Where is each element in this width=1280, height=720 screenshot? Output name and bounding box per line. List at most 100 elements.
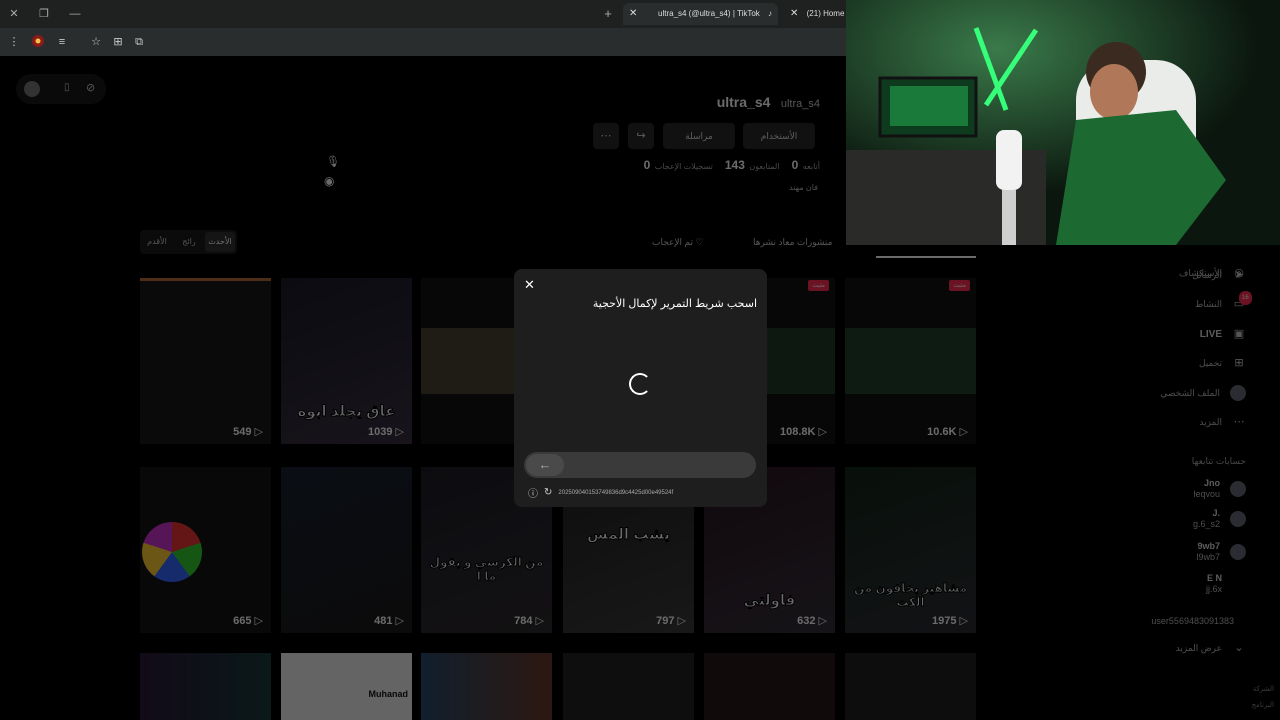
more-button[interactable]: ⋯	[593, 123, 619, 149]
view-count: 549 ▷	[233, 426, 263, 438]
sidebar-item-more[interactable]: المزيد ⋯	[1199, 415, 1246, 429]
display-name: ultra_s4	[716, 94, 771, 110]
profile-bio: فان مهند	[789, 183, 818, 192]
window-close-icon[interactable]: ✕	[6, 6, 22, 22]
sidebar-item-label: LIVE	[1199, 328, 1222, 340]
translate-icon[interactable]: ⊞	[110, 34, 126, 50]
sidebar-item-label: النشاط	[1194, 298, 1222, 309]
view-count: 632 ▷	[797, 615, 827, 627]
captcha-slider-track[interactable]: ←	[524, 452, 756, 478]
username: ultra_s4	[780, 98, 820, 110]
footer-link[interactable]: الشركة	[1253, 686, 1274, 693]
loading-spinner-icon	[629, 373, 651, 395]
share-icon[interactable]: ↪	[628, 123, 654, 149]
avatar[interactable]	[24, 81, 40, 97]
tab-videos-underline	[876, 256, 976, 258]
live-icon: ▣	[1233, 328, 1245, 340]
inbox-icon: ▭ 16	[1232, 291, 1252, 311]
followed-account[interactable]: Jno leqvou	[1193, 478, 1246, 500]
video-caption: يشب المس	[587, 526, 671, 544]
reading-list-icon[interactable]: ≡	[54, 34, 70, 50]
footer-link[interactable]: البرنامج	[1252, 702, 1274, 709]
target-icon[interactable]: ◉	[324, 174, 334, 188]
send-icon: ➤	[1234, 269, 1244, 281]
stat-followers[interactable]: المتابعون 143	[725, 156, 780, 174]
video-card[interactable]: عاق يجلد ابوه 1039 ▷	[281, 278, 412, 444]
followed-account[interactable]: 9wb7 l9wb7	[1196, 541, 1246, 563]
video-card[interactable]	[140, 653, 271, 720]
video-card[interactable]: Muhanad	[281, 653, 412, 720]
sort-latest[interactable]: الأحدث	[205, 232, 235, 252]
view-count: 784 ▷	[514, 615, 544, 627]
avatar	[1230, 544, 1246, 560]
video-card[interactable]	[421, 653, 552, 720]
info-icon[interactable]: ⓘ	[528, 485, 538, 500]
sort-oldest[interactable]: الأقدم	[142, 232, 172, 252]
captcha-modal: ✕ اسحب شريط التمرير لإكمال الأحجية ← ⓘ ↻…	[514, 269, 767, 507]
slider-handle-arrow-icon[interactable]: ←	[526, 454, 564, 476]
extension-icon[interactable]	[30, 34, 46, 50]
show-more-button[interactable]: عرض المزيد ⌄	[1176, 641, 1246, 655]
captcha-footer: ⓘ ↻ 202509040153749836d9c4425d00e49524f	[528, 485, 673, 500]
tab-x-home[interactable]: ✕ (21) Home / X	[782, 3, 852, 25]
compass-small-icon[interactable]: ⊘	[86, 81, 95, 94]
menu-dots-icon[interactable]: ⋮	[6, 34, 22, 50]
profile-actions: ⋯ ↪ مراسلة الأستخدام	[593, 123, 818, 149]
sort-control: الأقدم رائج الأحدث	[140, 230, 237, 254]
bookmark-star-icon[interactable]: ☆	[88, 34, 104, 50]
notification-badge: 16	[1239, 291, 1252, 305]
screenshot-icon[interactable]: ⧉	[131, 34, 147, 50]
tab-tiktok[interactable]: ✕ ultra_s4 (@ultra_s4) | TikTok ♪	[623, 3, 778, 25]
avatar	[1230, 511, 1246, 527]
sidebar-item-upload[interactable]: تحميل ⊞	[1199, 356, 1246, 370]
video-card[interactable]: 665 ▷	[140, 467, 271, 633]
video-card[interactable]: 481 ▷	[281, 467, 412, 633]
edit-profile-button[interactable]: الأستخدام	[743, 123, 815, 149]
close-tab-icon[interactable]: ✕	[790, 8, 798, 19]
window-minimize-icon[interactable]: —	[67, 6, 83, 22]
wheel-graphic	[142, 522, 202, 582]
video-card[interactable]	[845, 653, 976, 720]
sidebar-item-label: تحميل	[1198, 357, 1222, 368]
video-card[interactable]	[563, 653, 694, 720]
refresh-icon[interactable]: ↻	[544, 487, 552, 498]
video-caption: Muhanad	[368, 689, 409, 699]
request-id: 202509040153749836d9c4425d00e49524f	[558, 489, 674, 496]
new-tab-icon[interactable]: +	[600, 6, 616, 22]
followed-account[interactable]: user5569483091383	[1151, 616, 1234, 626]
show-more-label: عرض المزيد	[1175, 642, 1222, 653]
video-card[interactable]: مشاهير يخافون من الكت 1975 ▷	[845, 467, 976, 633]
sidebar-item-label: الرسائل	[1192, 269, 1222, 280]
followed-account[interactable]: J. g.6_s2	[1193, 508, 1246, 530]
microphone-icon[interactable]: 🎙	[326, 155, 340, 168]
sidebar-item-activity[interactable]: النشاط ▭ 16	[1194, 291, 1252, 311]
video-card[interactable]: 549 ▷	[140, 278, 271, 444]
upload-icon: ⊞	[1234, 357, 1244, 369]
following-title: حسابات تتابعها	[1191, 456, 1246, 466]
sort-popular[interactable]: رائج	[174, 232, 204, 252]
stat-following[interactable]: أتابعه 0	[792, 156, 820, 174]
message-button[interactable]: مراسلة	[663, 123, 735, 149]
tiktok-icon: ♪	[768, 9, 772, 18]
followed-account[interactable]: E Njj.6x	[1206, 573, 1222, 595]
sidebar-item-live[interactable]: LIVE ▣	[1200, 327, 1246, 341]
close-icon[interactable]: ✕	[524, 277, 535, 293]
captcha-title: اسحب شريط التمرير لإكمال الأحجية	[592, 298, 757, 310]
sidebar-item-label: المزيد	[1199, 416, 1222, 427]
video-caption: عاق يجلد ابوه	[297, 403, 396, 421]
video-card[interactable]	[704, 653, 835, 720]
more-icon: ⋯	[1233, 416, 1245, 428]
tab-liked[interactable]: تم الإعجاب ♡	[652, 237, 704, 248]
chevron-down-icon: ⌄	[1234, 642, 1244, 654]
video-caption: فاولتي	[743, 592, 796, 610]
phone-icon[interactable]: ▯	[64, 82, 70, 93]
sidebar-item-profile[interactable]: الملف الشخصي	[1160, 385, 1246, 401]
close-tab-icon[interactable]: ✕	[629, 3, 637, 25]
avatar	[1230, 481, 1246, 497]
tab-reposts[interactable]: منشورات معاد نشرها	[753, 237, 832, 248]
sidebar-item-messages[interactable]: الرسائل ➤	[1192, 268, 1246, 282]
window-restore-icon[interactable]: ❐	[36, 6, 52, 22]
view-count: 797 ▷	[656, 615, 686, 627]
video-card[interactable]: مثبت 10.6K ▷	[845, 278, 976, 444]
profile-name-row: ultra_s4 ultra_s4	[700, 94, 820, 114]
